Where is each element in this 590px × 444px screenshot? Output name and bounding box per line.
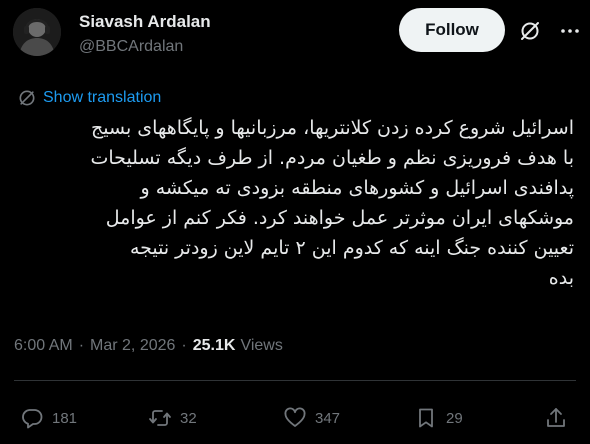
views-label: Views [240, 337, 283, 354]
avatar[interactable] [13, 8, 61, 56]
repost-icon [149, 410, 171, 426]
show-translation-link[interactable]: Show translation [17, 88, 161, 108]
tweet: Siavash Ardalan @BBCArdalan Follow Show … [0, 0, 590, 444]
tweet-text-line: اسرائیل شروع کرده زدن کلانتریها، مرزبانی… [91, 117, 574, 139]
tweet-time[interactable]: 6:00 AM [14, 337, 73, 355]
more-options-button[interactable] [553, 14, 587, 48]
bookmark-icon [419, 408, 433, 428]
meta-separator: · [78, 337, 85, 354]
show-translation-label: Show translation [43, 89, 162, 106]
like-button[interactable]: 347 [283, 404, 340, 432]
translate-icon [19, 90, 35, 106]
tweet-text-line: با هدف فروریزی نظم و طغیان مردم. از طرف … [90, 147, 575, 169]
follow-button[interactable]: Follow [399, 8, 505, 52]
divider [14, 380, 576, 381]
reply-count: 181 [52, 409, 78, 427]
share-icon [547, 408, 565, 427]
tweet-date[interactable]: Mar 2, 2026 [90, 337, 175, 355]
repost-button[interactable]: 32 [148, 404, 197, 432]
like-count: 347 [315, 409, 341, 427]
tweet-text-line: پدافندی اسرائیل و کشورهای منطقه بزودی ته… [140, 177, 575, 199]
tweet-text: اسرائیل شروع کرده زدن کلانتریها، مرزبانی… [14, 113, 575, 293]
repost-count: 32 [180, 409, 197, 427]
meta-separator: · [181, 337, 187, 354]
more-icon [561, 29, 579, 33]
tweet-meta: 6:00 AM · Mar 2, 2026 · 25.1K Views [14, 337, 283, 355]
grok-icon [521, 22, 539, 40]
tweet-text-line: بده [548, 267, 574, 289]
bookmark-button[interactable]: 29 [414, 404, 463, 432]
tweet-text-line: موشکهای ایران موثرتر عمل خواهند کرد. فکر… [105, 207, 574, 229]
heart-icon [284, 407, 306, 427]
tweet-text-line: تعیین کننده جنگ اینه که کدوم این ۲ تایم … [129, 237, 574, 259]
author-name[interactable]: Siavash Ardalan [79, 12, 211, 32]
bookmark-count: 29 [446, 409, 463, 427]
views-count[interactable]: 25.1K [193, 337, 236, 355]
author-handle[interactable]: @BBCArdalan [79, 38, 183, 56]
grok-button[interactable] [513, 14, 547, 48]
reply-button[interactable]: 181 [20, 404, 77, 432]
share-button[interactable] [544, 404, 568, 432]
reply-icon [22, 409, 43, 429]
